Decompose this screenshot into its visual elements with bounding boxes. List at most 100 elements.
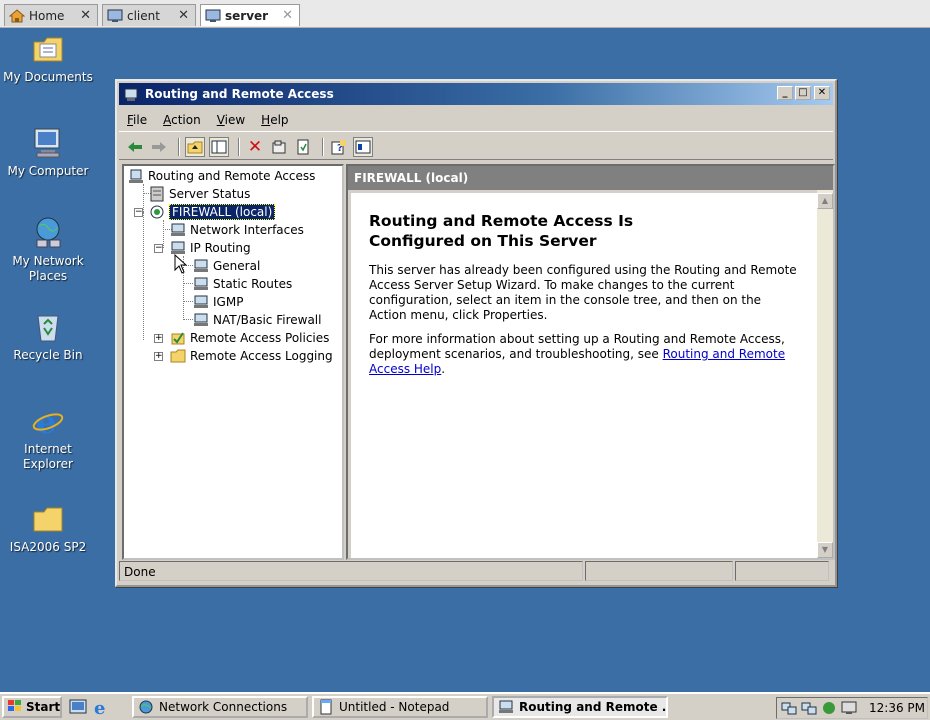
desktop-icon-my-network-places[interactable]: My Network Places: [0, 216, 96, 284]
menu-help[interactable]: Help: [261, 113, 288, 127]
tree-node-root[interactable]: Routing and Remote Access: [128, 167, 315, 185]
help-icon[interactable]: ?: [329, 137, 349, 157]
status-text: Done: [119, 561, 583, 581]
desktop-icon-my-documents[interactable]: My Documents: [0, 32, 96, 85]
tree-node-remote-access-policies[interactable]: Remote Access Policies: [170, 329, 329, 347]
tree-label: Remote Access Logging: [190, 349, 333, 363]
home-icon: [8, 8, 26, 23]
close-icon[interactable]: ✕: [280, 8, 295, 23]
tree-node-firewall[interactable]: FIREWALL (local): [149, 203, 276, 221]
general-icon: [193, 258, 209, 274]
svg-text:e: e: [94, 698, 105, 717]
tree-label: FIREWALL (local): [169, 204, 276, 220]
tree-label: Network Interfaces: [190, 223, 304, 237]
close-icon[interactable]: ✕: [176, 8, 191, 23]
vm-tab-label: server: [225, 8, 269, 23]
desktop-icon-my-computer[interactable]: My Computer: [0, 126, 96, 179]
console-tree-icon[interactable]: [353, 136, 373, 157]
vm-icon: [107, 9, 123, 23]
vm-tab-client[interactable]: client ✕: [102, 4, 196, 26]
scroll-up-button[interactable]: ▲: [817, 193, 833, 209]
vm-tab-label: Home: [29, 8, 65, 23]
vm-tab-server[interactable]: server ✕: [200, 4, 300, 26]
recycle-bin-icon: [31, 310, 65, 344]
window-titlebar[interactable]: Routing and Remote Access _ □ ✕: [119, 83, 833, 105]
taskbar-button-network-connections[interactable]: Network Connections: [132, 696, 308, 718]
tree-node-general[interactable]: General: [193, 257, 260, 275]
forward-arrow-icon[interactable]: [149, 137, 169, 157]
status-bar: Done: [119, 561, 833, 583]
desktop-icon-internet-explorer[interactable]: e Internet Explorer: [0, 403, 96, 472]
tree-node-network-interfaces[interactable]: Network Interfaces: [170, 221, 304, 239]
nat-icon: [193, 312, 209, 328]
maximize-button[interactable]: □: [795, 86, 811, 100]
vm-tab-home[interactable]: Home ✕: [4, 4, 98, 26]
policies-icon: [170, 330, 186, 346]
internet-explorer-icon: e: [31, 403, 65, 441]
expand-toggle[interactable]: +: [154, 352, 163, 361]
folder-icon: [31, 502, 65, 536]
minimize-button[interactable]: _: [777, 86, 793, 100]
tree-label: Routing and Remote Access: [148, 169, 316, 183]
menu-file[interactable]: File: [127, 113, 147, 127]
notepad-icon: [318, 699, 334, 715]
expand-toggle[interactable]: +: [154, 334, 163, 343]
collapse-toggle[interactable]: −: [154, 244, 163, 253]
network-tray-icon[interactable]: [781, 700, 797, 716]
folder-documents-icon: [31, 32, 65, 66]
status-panel: [735, 561, 829, 581]
properties-icon[interactable]: [269, 137, 289, 157]
rras-icon: [498, 699, 514, 715]
export-list-icon[interactable]: [293, 137, 313, 157]
desktop-icon-isa2006-sp2[interactable]: ISA2006 SP2: [0, 502, 96, 555]
details-paragraph: This server has already been configured …: [369, 263, 797, 322]
tree-node-igmp[interactable]: IGMP: [193, 293, 243, 311]
windows-logo-icon: [7, 699, 23, 716]
tree-node-nat-basic-firewall[interactable]: NAT/Basic Firewall: [193, 311, 321, 329]
display-tray-icon[interactable]: [841, 700, 857, 716]
close-button[interactable]: ✕: [814, 86, 830, 100]
back-arrow-icon[interactable]: [125, 137, 145, 157]
mouse-cursor-icon: [174, 253, 188, 277]
firewall-tray-icon[interactable]: [821, 700, 837, 716]
show-hide-tree-icon[interactable]: [209, 136, 229, 157]
network-tray-icon[interactable]: [801, 700, 817, 716]
svg-text:e: e: [36, 404, 56, 438]
taskbar-button-rras[interactable]: Routing and Remote ...: [492, 696, 668, 718]
tree-label: IGMP: [213, 295, 244, 309]
server-status-icon: [149, 186, 165, 202]
up-folder-icon[interactable]: [185, 136, 205, 157]
internet-explorer-icon[interactable]: e: [92, 697, 112, 719]
vm-tab-label: client: [127, 8, 160, 23]
taskbar-button-notepad[interactable]: Untitled - Notepad: [312, 696, 488, 718]
tree-label: General: [213, 259, 261, 273]
tree-node-remote-access-logging[interactable]: Remote Access Logging: [170, 347, 333, 365]
start-button[interactable]: Start: [2, 696, 62, 718]
delete-icon[interactable]: ✕: [245, 137, 265, 157]
tree-label: Static Routes: [213, 277, 293, 291]
taskbar: Start e Network Connections Untitled - N…: [0, 692, 930, 720]
scroll-down-button[interactable]: ▼: [817, 542, 833, 558]
vertical-scrollbar[interactable]: ▲ ▼: [817, 190, 833, 558]
close-icon[interactable]: ✕: [78, 8, 93, 23]
details-pane: FIREWALL (local) Routing and Remote Acce…: [346, 164, 835, 560]
network-interfaces-icon: [170, 222, 186, 238]
vm-tab-bar: Home ✕ client ✕ server ✕: [0, 0, 930, 28]
tree-node-server-status[interactable]: Server Status: [149, 185, 250, 203]
details-paragraph: For more information about setting up a …: [369, 332, 786, 376]
details-body: Routing and Remote Access Is Configured …: [348, 190, 817, 558]
menu-action[interactable]: Action: [163, 113, 201, 127]
status-panel: [585, 561, 733, 581]
show-desktop-icon[interactable]: [68, 697, 88, 717]
system-tray: 12:36 PM: [776, 697, 928, 719]
desktop-icon-recycle-bin[interactable]: Recycle Bin: [0, 310, 96, 363]
collapse-toggle[interactable]: −: [134, 208, 143, 217]
rras-server-icon: [128, 168, 144, 184]
clock[interactable]: 12:36 PM: [869, 701, 925, 715]
network-icon: [31, 216, 65, 250]
tree-node-static-routes[interactable]: Static Routes: [193, 275, 292, 293]
menu-view[interactable]: View: [217, 113, 245, 127]
rras-window: Routing and Remote Access _ □ ✕ File Act…: [115, 79, 837, 587]
tree-label: NAT/Basic Firewall: [213, 313, 322, 327]
vm-icon: [205, 9, 221, 23]
